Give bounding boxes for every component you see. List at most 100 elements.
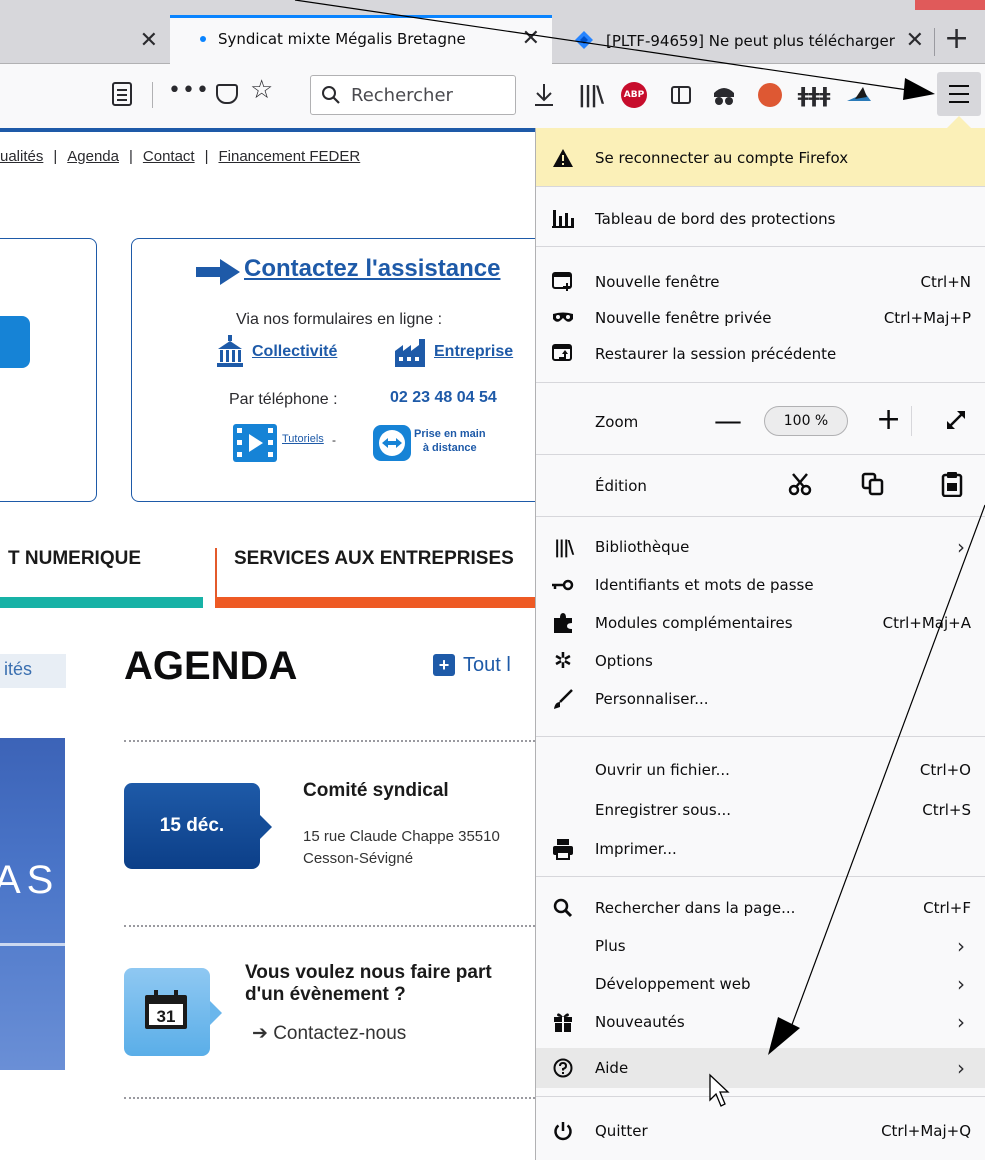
tab-close-icon[interactable]: ✕ xyxy=(522,28,540,50)
contact-panel: Contactez l'assistance Via nos formulair… xyxy=(131,238,551,502)
menu-item-find[interactable]: Rechercher dans la page... Ctrl+F xyxy=(536,890,985,926)
window-accent xyxy=(915,0,985,10)
tab-close-icon[interactable]: ✕ xyxy=(906,30,924,52)
tab-previous[interactable]: ✕ xyxy=(0,18,170,64)
tutoriels-link[interactable]: Tutoriels xyxy=(282,433,324,445)
open-menu-button[interactable] xyxy=(937,72,981,116)
remote-support-link[interactable]: Prise en main à distance xyxy=(414,427,486,455)
menu-zoom-row: Zoom — 100 % + xyxy=(536,402,985,440)
fullscreen-icon[interactable] xyxy=(944,408,968,432)
left-panel xyxy=(0,238,97,502)
link-agenda[interactable]: Agenda xyxy=(67,148,119,165)
search-box[interactable] xyxy=(310,75,516,115)
paintbrush-icon xyxy=(552,688,574,710)
zoom-out-button[interactable]: — xyxy=(714,404,742,437)
menu-item-library[interactable]: |||\ Bibliothèque › xyxy=(536,529,985,565)
extension-bird-icon[interactable] xyxy=(845,80,873,110)
reader-view-icon[interactable] xyxy=(112,82,132,106)
gift-icon xyxy=(552,1011,574,1033)
entreprise-link[interactable]: Entreprise xyxy=(434,343,513,361)
copy-icon[interactable] xyxy=(861,472,885,496)
menu-item-help[interactable]: Aide › xyxy=(536,1048,985,1088)
link-feder[interactable]: Financement FEDER xyxy=(219,148,361,165)
puzzle-icon xyxy=(552,612,574,634)
menu-item-print[interactable]: Imprimer... xyxy=(536,831,985,867)
menu-item-customize[interactable]: Personnaliser... xyxy=(536,681,985,717)
nav-bar: ••• ☆ |||\ ABP ǂǂǂ xyxy=(0,64,985,128)
menu-item-protections[interactable]: Tableau de bord des protections xyxy=(536,201,985,237)
paste-icon[interactable] xyxy=(941,471,963,497)
event-address: 15 rue Claude Chappe 35510 Cesson-Sévign… xyxy=(303,828,500,867)
menu-item-new-window[interactable]: Nouvelle fenêtre Ctrl+N xyxy=(536,264,985,300)
tab-loading-dot-icon xyxy=(200,36,206,42)
link-contact[interactable]: Contact xyxy=(143,148,195,165)
tab-megalis[interactable]: Syndicat mixte Mégalis Bretagne ✕ xyxy=(170,15,552,65)
link-separator: - xyxy=(332,433,336,447)
menu-item-more[interactable]: Plus › xyxy=(536,928,985,964)
new-tab-plus-icon[interactable]: + xyxy=(944,24,969,54)
menu-item-private-window[interactable]: Nouvelle fenêtre privée Ctrl+Maj+P xyxy=(536,300,985,336)
link-actualites[interactable]: ualités xyxy=(0,148,43,165)
collectivite-link[interactable]: Collectivité xyxy=(252,343,337,361)
cta-title: Vous voulez nous faire part d'un évèneme… xyxy=(245,962,492,1005)
menu-item-web-developer[interactable]: Développement web › xyxy=(536,966,985,1002)
app-menu: Se reconnecter au compte Firefox Tableau… xyxy=(535,128,985,1160)
calendar-badge: 31 xyxy=(124,968,222,1056)
agenda-divider xyxy=(124,1097,535,1099)
actualites-tag[interactable]: ités xyxy=(0,654,66,688)
nav-tab-underline-orange xyxy=(215,597,535,608)
video-tutorial-icon xyxy=(233,424,277,462)
factory-icon xyxy=(395,339,425,367)
news-image[interactable]: AS xyxy=(0,738,65,1070)
adblock-plus-icon[interactable]: ABP xyxy=(620,80,648,110)
calendar-day: 31 xyxy=(157,1007,176,1026)
restore-session-icon xyxy=(552,343,574,365)
menu-item-quit[interactable]: Quitter Ctrl+Maj+Q xyxy=(536,1113,985,1149)
pocket-icon[interactable] xyxy=(216,84,238,104)
library-icon[interactable]: |||\ xyxy=(576,80,604,110)
nav-tab-entreprises[interactable]: SERVICES AUX ENTREPRISES xyxy=(234,548,514,570)
menu-item-restore-session[interactable]: Restaurer la session précédente xyxy=(536,336,985,372)
event-date-badge: 15 déc. xyxy=(124,783,272,869)
search-input[interactable] xyxy=(351,80,511,110)
left-panel-button[interactable] xyxy=(0,316,30,368)
tab-jira[interactable]: [PLTF-94659] Ne peut plus télécharger ✕ xyxy=(554,18,934,64)
gear-icon: ✲ xyxy=(553,648,573,674)
privacy-extension-icon[interactable] xyxy=(710,80,738,110)
tab-title: [PLTF-94659] Ne peut plus télécharger xyxy=(606,32,895,50)
nav-tab-numerique[interactable]: T NUMERIQUE xyxy=(8,548,141,570)
power-icon xyxy=(552,1120,574,1142)
tab-close-icon[interactable]: ✕ xyxy=(140,30,158,52)
town-hall-icon xyxy=(217,335,243,367)
menu-item-options[interactable]: ✲ Options xyxy=(536,643,985,679)
reconnect-label: Se reconnecter au compte Firefox xyxy=(595,149,849,167)
bookmark-star-icon[interactable]: ☆ xyxy=(250,75,273,105)
contact-assistance-link[interactable]: Contactez l'assistance xyxy=(244,255,500,283)
nav-tab-underline-teal xyxy=(0,597,203,608)
online-forms-label: Via nos formulaires en ligne : xyxy=(236,311,443,328)
menu-item-whats-new[interactable]: Nouveautés › xyxy=(536,1004,985,1040)
duckduckgo-icon[interactable] xyxy=(756,80,784,110)
menu-item-save-as[interactable]: Enregistrer sous... Ctrl+S xyxy=(536,792,985,828)
extension-grid-icon[interactable]: ǂǂǂ xyxy=(798,80,831,110)
cut-icon[interactable] xyxy=(788,472,812,496)
agenda-all-button[interactable]: + Tout l xyxy=(433,654,511,677)
zoom-in-button[interactable]: + xyxy=(876,402,901,437)
zoom-reset-button[interactable]: 100 % xyxy=(764,406,848,436)
contact-us-link[interactable]: ➔ Contactez-nous xyxy=(252,1022,406,1045)
printer-icon xyxy=(552,838,574,860)
agenda-heading: AGENDA xyxy=(124,644,298,688)
teamviewer-icon xyxy=(373,425,411,461)
agenda-divider xyxy=(124,925,535,927)
warning-icon xyxy=(552,147,574,169)
page-actions-more-icon[interactable]: ••• xyxy=(168,78,210,103)
sidebar-icon[interactable] xyxy=(667,80,695,110)
key-icon xyxy=(552,574,574,596)
menu-item-open-file[interactable]: Ouvrir un fichier... Ctrl+O xyxy=(536,752,985,788)
reconnect-banner[interactable]: Se reconnecter au compte Firefox xyxy=(536,128,985,186)
menu-item-logins[interactable]: Identifiants et mots de passe xyxy=(536,567,985,603)
phone-number: 02 23 48 04 54 xyxy=(390,389,497,406)
menu-item-addons[interactable]: Modules complémentaires Ctrl+Maj+A xyxy=(536,605,985,641)
downloads-icon[interactable] xyxy=(530,80,558,110)
event-title[interactable]: Comité syndical xyxy=(303,780,449,802)
